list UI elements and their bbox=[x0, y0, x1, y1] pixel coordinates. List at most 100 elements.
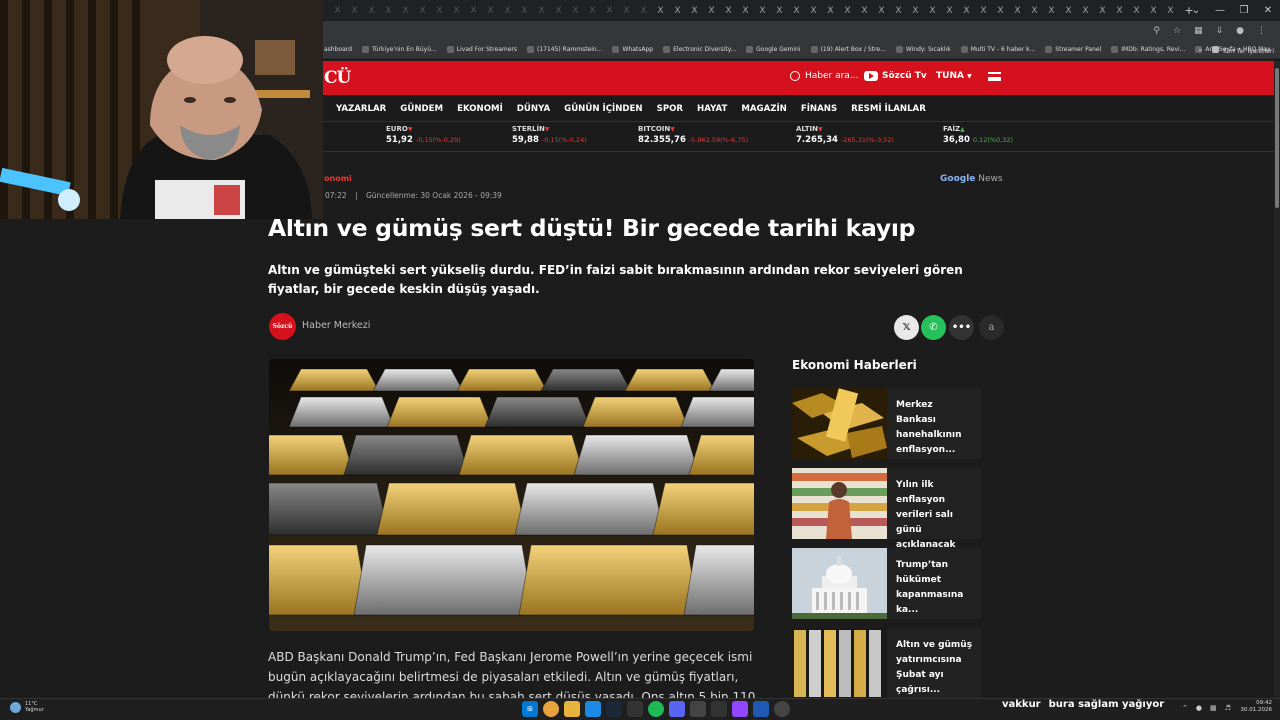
tab-close-icon[interactable]: X bbox=[1094, 6, 1111, 16]
nav-item[interactable]: FİNANS bbox=[801, 104, 837, 114]
tab-close-icon[interactable]: X bbox=[482, 6, 499, 16]
tab-close-icon[interactable]: X bbox=[1128, 6, 1145, 16]
tab-close-icon[interactable]: X bbox=[856, 6, 873, 16]
bookmark-item[interactable]: Electronic Diversity... bbox=[663, 46, 736, 53]
ticker-item[interactable]: BITCOIN▼ 82.355,76 -5.962,59(%-6,75) bbox=[638, 125, 748, 145]
bookmark-item[interactable]: Streamer Panel bbox=[1045, 46, 1101, 53]
tab-close-icon[interactable]: X bbox=[465, 6, 482, 16]
bookmark-item[interactable]: Multi TV - 6 haber k... bbox=[960, 46, 1035, 53]
tab-close-icon[interactable]: X bbox=[380, 6, 397, 16]
chrome-icon[interactable] bbox=[543, 701, 559, 717]
twitch-icon[interactable] bbox=[732, 701, 748, 717]
nav-item[interactable]: GÜNDEM bbox=[400, 104, 443, 114]
tab-close-icon[interactable]: X bbox=[516, 6, 533, 16]
tab-close-icon[interactable]: X bbox=[346, 6, 363, 16]
nav-item[interactable]: YAZARLAR bbox=[336, 104, 386, 114]
app-icon[interactable] bbox=[627, 701, 643, 717]
ticker-item[interactable]: EURO▼ 51,92 -0,15(%-0,29) bbox=[386, 125, 461, 145]
folder-icon[interactable] bbox=[564, 701, 580, 717]
chevron-up-icon[interactable]: ⌃ bbox=[1182, 704, 1188, 712]
google-news-link[interactable]: Google News bbox=[940, 174, 1003, 184]
tab-close-icon[interactable]: X bbox=[1077, 6, 1094, 16]
tab-close-icon[interactable]: X bbox=[958, 6, 975, 16]
bookmark-item[interactable]: (19) Alert Box / Stre... bbox=[810, 46, 886, 53]
tab-close-icon[interactable]: X bbox=[975, 6, 992, 16]
scrollbar-thumb[interactable] bbox=[1275, 68, 1279, 208]
discord-icon[interactable] bbox=[669, 701, 685, 717]
bookmark-item[interactable]: Livad For Streamers bbox=[446, 46, 517, 53]
tab-close-icon[interactable]: X bbox=[448, 6, 465, 16]
sidebar-card[interactable]: Merkez Bankası hanehalkının enflasyon... bbox=[792, 388, 981, 459]
share-whatsapp-button[interactable]: ✆ bbox=[921, 315, 946, 340]
author-name[interactable]: Haber Merkezi bbox=[302, 320, 370, 331]
zoom-icon[interactable]: ⚲ bbox=[1153, 26, 1160, 36]
tab-close-icon[interactable]: X bbox=[737, 6, 754, 16]
extensions-icon[interactable]: ▦ bbox=[1194, 26, 1203, 36]
profile-icon[interactable]: ● bbox=[1236, 26, 1244, 36]
bookmark-item[interactable]: WhatsApp bbox=[612, 46, 653, 53]
tab-close-icon[interactable]: X bbox=[533, 6, 550, 16]
tab-close-icon[interactable]: X bbox=[363, 6, 380, 16]
media-icon[interactable] bbox=[690, 701, 706, 717]
mic-icon[interactable]: ● bbox=[1196, 704, 1202, 712]
tab-close-icon[interactable]: X bbox=[567, 6, 584, 16]
author-avatar[interactable]: Sözcü bbox=[269, 313, 296, 340]
tab-close-icon[interactable]: X bbox=[992, 6, 1009, 16]
tab-close-icon[interactable]: X bbox=[907, 6, 924, 16]
network-icon[interactable]: ▦ bbox=[1210, 704, 1217, 712]
tab-close-icon[interactable]: X bbox=[397, 6, 414, 16]
tab-close-icon[interactable]: X bbox=[822, 6, 839, 16]
tab-close-icon[interactable]: X bbox=[788, 6, 805, 16]
hamburger-menu-icon[interactable] bbox=[988, 72, 1001, 81]
search-button[interactable]: Haber ara... bbox=[790, 71, 858, 81]
tab-close-icon[interactable]: X bbox=[754, 6, 771, 16]
nav-item[interactable]: SPOR bbox=[657, 104, 683, 114]
tab-close-icon[interactable]: X bbox=[873, 6, 890, 16]
nav-item[interactable]: MAGAZİN bbox=[741, 104, 787, 114]
nav-item[interactable]: DÜNYA bbox=[517, 104, 550, 114]
bookmark-item[interactable]: (17145) Rammstein... bbox=[527, 46, 602, 53]
bookmark-item[interactable]: IMDb: Ratings, Revi... bbox=[1111, 46, 1185, 53]
edge-icon[interactable] bbox=[585, 701, 601, 717]
start-icon[interactable]: ⊞ bbox=[522, 701, 538, 717]
user-menu[interactable]: TUNA ▼ bbox=[936, 71, 972, 81]
star-icon[interactable]: ☆ bbox=[1173, 26, 1181, 36]
tab-close-icon[interactable]: X bbox=[1026, 6, 1043, 16]
tab-close-icon[interactable]: X bbox=[941, 6, 958, 16]
all-bookmarks-folder[interactable]: Tüm Yer İşaretleri bbox=[1212, 45, 1274, 55]
clock[interactable]: 09:42 30.01.2026 bbox=[1240, 700, 1273, 714]
tab-close-icon[interactable]: X bbox=[1111, 6, 1128, 16]
bookmark-item[interactable]: Türkiye'nin En Büyü... bbox=[361, 46, 437, 53]
weather-widget[interactable]: 11°C Yağmur bbox=[10, 701, 44, 713]
tab-close-icon[interactable]: X bbox=[805, 6, 822, 16]
tab-search-icon[interactable]: ⌄ bbox=[1184, 0, 1208, 21]
site-logo[interactable]: CÜ bbox=[324, 68, 351, 88]
tab-close-icon[interactable]: X bbox=[720, 6, 737, 16]
speaker-icon[interactable]: ♬ bbox=[1225, 704, 1231, 712]
tab-close-icon[interactable]: X bbox=[1043, 6, 1060, 16]
tab-close-icon[interactable]: X bbox=[1009, 6, 1026, 16]
bookmark-item[interactable]: Windy: Sıcaklık bbox=[895, 46, 951, 53]
tab-close-icon[interactable]: X bbox=[1145, 6, 1162, 16]
tab-close-icon[interactable]: X bbox=[414, 6, 431, 16]
category-label[interactable]: onomi bbox=[324, 174, 352, 183]
tab-close-icon[interactable]: X bbox=[686, 6, 703, 16]
obs-icon[interactable] bbox=[711, 701, 727, 717]
tab-close-icon[interactable]: X bbox=[669, 6, 686, 16]
tab-close-icon[interactable]: X bbox=[601, 6, 618, 16]
minimize-button[interactable]: — bbox=[1208, 0, 1232, 21]
share-x-button[interactable]: 𝕏 bbox=[894, 315, 919, 340]
spotify-icon[interactable] bbox=[648, 701, 664, 717]
tab-close-icon[interactable]: X bbox=[890, 6, 907, 16]
tab-close-icon[interactable]: X bbox=[499, 6, 516, 16]
tab-close-icon[interactable]: X bbox=[618, 6, 635, 16]
settings-icon[interactable] bbox=[774, 701, 790, 717]
maximize-button[interactable]: ❐ bbox=[1232, 0, 1256, 21]
tab-close-icon[interactable]: X bbox=[1060, 6, 1077, 16]
tab-close-icon[interactable]: X bbox=[652, 6, 669, 16]
tab-close-icon[interactable]: X bbox=[1162, 6, 1179, 16]
tab-close-icon[interactable]: X bbox=[550, 6, 567, 16]
sidebar-card[interactable]: Yılın ilk enflasyon verileri salı günü a… bbox=[792, 468, 981, 550]
tab-close-icon[interactable]: X bbox=[703, 6, 720, 16]
font-size-button[interactable]: a bbox=[979, 315, 1004, 340]
